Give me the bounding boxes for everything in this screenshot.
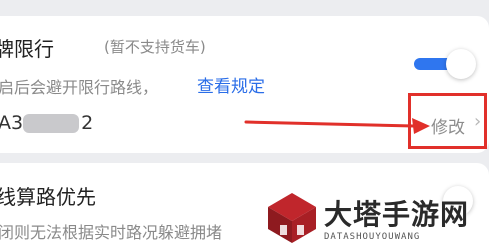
plate-blur-mask [23, 114, 79, 133]
watermark-title: 大塔手游网 [324, 198, 470, 231]
watermark-logo-icon [268, 193, 316, 243]
route-option-description: 闭则无法根据实时路况躲避拥堵 [0, 223, 223, 242]
restriction-toggle-knob [446, 49, 476, 79]
section-divider [0, 153, 489, 163]
watermark-subtitle: DATASHOUYOUWANG [324, 232, 421, 242]
view-rules-link[interactable]: 查看规定 [197, 72, 265, 97]
route-option-title: 线算路优先 [0, 185, 96, 209]
top-strip [0, 0, 489, 16]
restriction-title: 牌限行 [0, 37, 54, 61]
plate-suffix: 2 [81, 112, 94, 134]
restriction-toggle[interactable] [414, 49, 476, 79]
restriction-description: 启后会避开限行路线， [0, 78, 159, 97]
plate-prefix: A3 [0, 112, 24, 134]
watermark: 大塔手游网 DATASHOUYOUWANG [266, 189, 486, 249]
highlight-box [408, 93, 487, 149]
annotation-arrow [244, 118, 430, 134]
restriction-note: (暂不支持货车) [104, 38, 206, 56]
